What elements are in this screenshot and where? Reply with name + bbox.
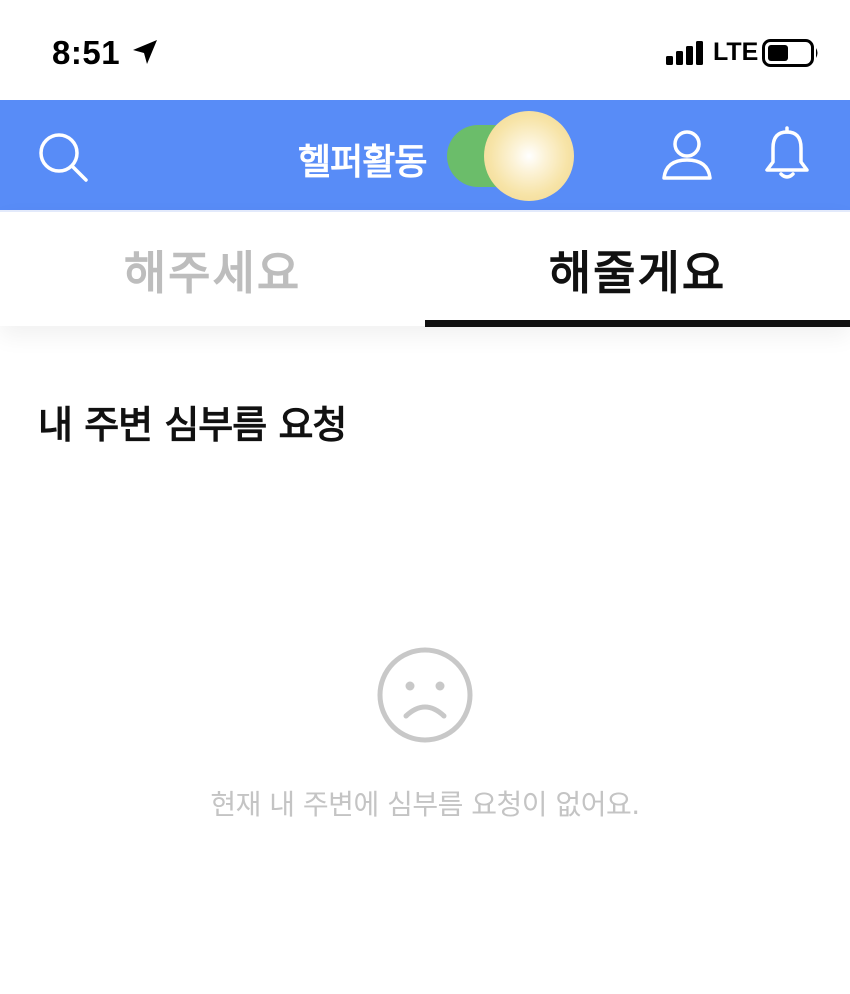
bell-icon[interactable] [763, 126, 811, 182]
battery-icon [762, 39, 818, 67]
profile-icon[interactable] [660, 128, 714, 182]
status-time: 8:51 [52, 34, 121, 71]
app-header: 헬퍼활동 [0, 100, 850, 210]
sad-face-icon [377, 647, 473, 743]
tab-help[interactable]: 해줄게요 [425, 212, 850, 328]
toggle-knob[interactable] [484, 111, 574, 201]
helper-activity-toggle[interactable] [447, 111, 574, 201]
page-title: 헬퍼활동 [298, 142, 427, 183]
signal-bars-icon [666, 41, 703, 65]
empty-state-message: 현재 내 주변에 심부름 요청이 없어요. [210, 788, 640, 821]
location-arrow-icon [133, 40, 157, 64]
tab-bar: 해주세요 해줄게요 [0, 210, 850, 328]
tab-request[interactable]: 해주세요 [0, 212, 425, 328]
network-type: LTE [713, 38, 759, 66]
search-icon[interactable] [36, 130, 90, 184]
status-bar: 8:51 LTE [0, 0, 850, 100]
app-screen: 8:51 LTE 헬퍼활동 해주세요 해줄게요 내 주변 심부름 요청 현재 내… [0, 0, 850, 994]
section-title: 내 주변 심부름 요청 [38, 403, 347, 447]
active-tab-indicator [425, 320, 850, 327]
